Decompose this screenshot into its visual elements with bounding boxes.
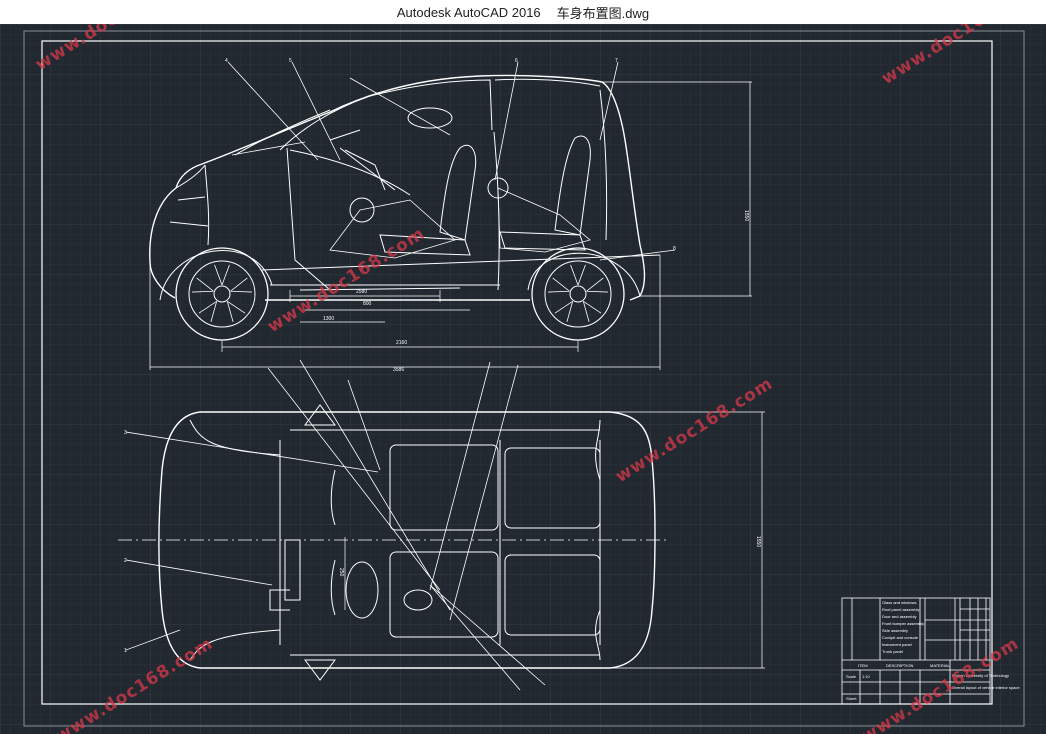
header-material: MATERIAL <box>930 663 950 668</box>
title-row: Trunk panel <box>882 649 903 654</box>
part-label: 1 <box>124 648 127 654</box>
dim-wheelbase: 2160 <box>396 340 407 346</box>
title-row: Instrument panel <box>882 642 912 647</box>
wheel-spoke <box>582 300 602 322</box>
title-row: Door and assembly <box>882 614 916 619</box>
dim-250: 250 <box>338 568 344 577</box>
part-label: 8 <box>673 246 676 252</box>
wheel-spoke <box>198 300 218 322</box>
side-view <box>149 61 752 370</box>
part-label: 7 <box>615 58 618 64</box>
wheel-spoke <box>548 277 570 293</box>
wheel-spoke <box>586 277 608 293</box>
title-row: Cockpit and console <box>882 635 919 640</box>
wheel-spoke <box>226 300 246 322</box>
part-label: 4 <box>225 58 228 64</box>
header-description: DESCRIPTION <box>886 663 913 668</box>
dim-2580: 2580 <box>356 289 367 295</box>
outer-frame <box>23 30 1025 727</box>
title-row: Side assembly <box>882 628 908 633</box>
title-bar: Autodesk AutoCAD 2016 车身布置图.dwg <box>0 0 1046 24</box>
dim-800: 800 <box>363 301 372 307</box>
part-label: 3 <box>124 430 127 436</box>
sheet-label: Sheet <box>846 696 857 701</box>
title-row: Roof panel assembly <box>882 607 919 612</box>
dim-side-total: 3586 <box>393 367 404 373</box>
scale-value: 1:10 <box>862 674 871 679</box>
dim-side-height: 1550 <box>743 210 749 221</box>
dim-1300: 1300 <box>323 316 334 322</box>
part-labels: 4 5 6 7 8 3 2 1 <box>124 58 676 654</box>
cad-drawing: 3586 2160 1550 2580 800 1300 1550 250 4 … <box>23 30 1025 727</box>
scale-label: Scale <box>846 674 857 679</box>
part-label: 6 <box>515 58 518 64</box>
drawing-canvas[interactable]: 3586 2160 1550 2580 800 1300 1550 250 4 … <box>0 24 1046 734</box>
part-label: 5 <box>289 58 292 64</box>
app-name: Autodesk AutoCAD 2016 <box>396 4 541 20</box>
dim-top-width: 1550 <box>755 536 761 547</box>
header-item: ITEM <box>858 663 868 668</box>
wheel-spoke <box>570 264 586 286</box>
wheel-spoke <box>214 264 230 286</box>
part-label: 2 <box>124 558 127 564</box>
wheel-spoke <box>554 300 574 322</box>
inner-frame <box>41 40 993 705</box>
title-row: Front bumper assembly <box>882 621 924 626</box>
file-name: 车身布置图.dwg <box>556 5 650 21</box>
autocad-window: Autodesk AutoCAD 2016 车身布置图.dwg 3586 216… <box>0 0 1046 734</box>
wheel-spoke <box>192 277 214 293</box>
title-row: Glass and windows <box>882 600 916 605</box>
wheel-spoke <box>230 277 252 293</box>
